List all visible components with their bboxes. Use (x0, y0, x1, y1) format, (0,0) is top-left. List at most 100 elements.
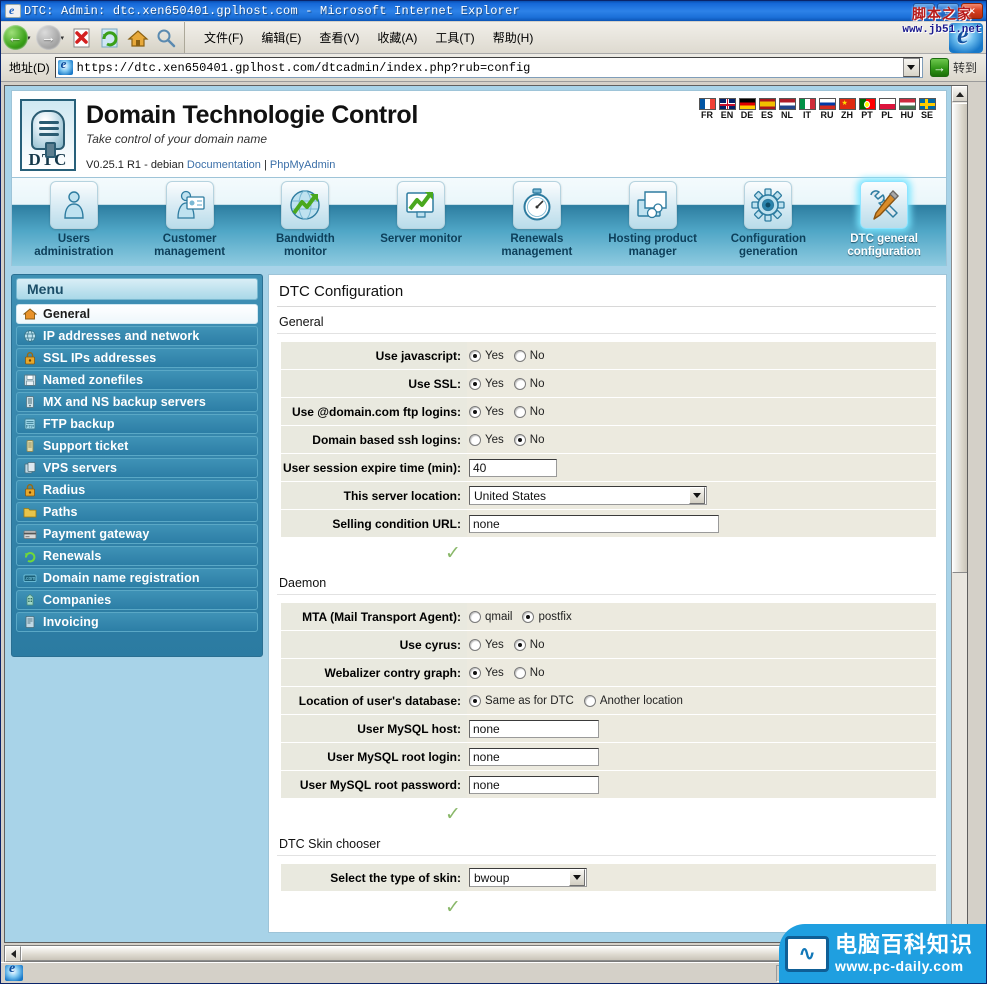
radio-label[interactable]: No (530, 667, 545, 679)
radio-button[interactable] (583, 694, 596, 707)
radio-button[interactable] (522, 610, 535, 623)
flag-se[interactable]: SE (918, 98, 936, 121)
nav-item-configuration[interactable]: Configuration generation (713, 178, 823, 259)
documentation-link[interactable]: Documentation (187, 159, 261, 171)
sidebar-item-payment-gateway[interactable]: Payment gateway (16, 524, 258, 544)
radio-label[interactable]: No (530, 406, 545, 418)
close-button[interactable]: ✕ (961, 3, 983, 19)
text-input[interactable]: none (469, 747, 599, 766)
menu-help[interactable]: 帮助(H) (484, 27, 543, 48)
stop-button[interactable] (68, 24, 96, 52)
scroll-thumb[interactable] (952, 103, 967, 573)
select-dropdown[interactable]: United States (469, 486, 707, 505)
nav-item-dtc-general[interactable]: DTC general configuration (829, 178, 939, 259)
hscroll-left-button[interactable] (5, 945, 21, 962)
radio-button[interactable] (513, 349, 526, 362)
sidebar-item-radius[interactable]: Radius (16, 480, 258, 500)
radio-button[interactable] (513, 433, 526, 446)
radio-label[interactable]: No (530, 434, 545, 446)
sidebar-item-ftp-backup[interactable]: FTP FTP backup (16, 414, 258, 434)
search-button[interactable] (152, 24, 180, 52)
radio-button[interactable] (513, 405, 526, 418)
radio-label[interactable]: Yes (485, 378, 504, 390)
submit-check-button[interactable]: ✓ (445, 803, 461, 825)
radio-button[interactable] (513, 638, 526, 651)
text-input[interactable]: none (469, 719, 599, 738)
radio-button[interactable] (469, 405, 481, 418)
nav-item-renewals[interactable]: Renewals management (482, 178, 592, 259)
sidebar-item-invoicing[interactable]: Invoicing (16, 612, 258, 632)
flag-nl[interactable]: NL (778, 98, 796, 121)
address-input[interactable]: https://dtc.xen650401.gplhost.com/dtcadm… (54, 56, 923, 78)
minimize-button[interactable]: _ (913, 3, 935, 19)
nav-item-server-monitor[interactable]: Server monitor (366, 178, 476, 246)
page-vertical-scrollbar[interactable] (951, 86, 967, 942)
radio-label[interactable]: Yes (485, 406, 504, 418)
flag-es[interactable]: ES (758, 98, 776, 121)
flag-pl[interactable]: PL (878, 98, 896, 121)
menu-tools[interactable]: 工具(T) (426, 27, 483, 48)
radio-label[interactable]: No (530, 378, 545, 390)
menu-favorites[interactable]: 收藏(A) (368, 27, 426, 48)
text-input[interactable]: none (469, 514, 719, 533)
radio-button[interactable] (469, 666, 481, 679)
nav-item-bandwidth[interactable]: Bandwidth monitor (250, 178, 360, 259)
maximize-button[interactable]: □ (937, 3, 959, 19)
radio-label[interactable]: qmail (485, 611, 512, 623)
radio-button[interactable] (513, 377, 526, 390)
radio-label[interactable]: Yes (485, 434, 504, 446)
chevron-down-icon[interactable] (569, 869, 585, 886)
radio-button[interactable] (469, 694, 481, 707)
radio-button[interactable] (469, 349, 481, 362)
radio-label[interactable]: Another location (600, 695, 683, 707)
radio-label[interactable]: Yes (485, 667, 504, 679)
flag-pt[interactable]: PT (858, 98, 876, 121)
radio-button[interactable] (513, 666, 526, 679)
sidebar-item-named-zonefiles[interactable]: Named zonefiles (16, 370, 258, 390)
nav-item-customer[interactable]: Customer management (135, 178, 245, 259)
radio-button[interactable] (469, 377, 481, 390)
nav-item-hosting-product[interactable]: Hosting product manager (598, 178, 708, 259)
sidebar-item-renewals[interactable]: Renewals (16, 546, 258, 566)
sidebar-item-domain-name-registration[interactable]: .com Domain name registration (16, 568, 258, 588)
select-dropdown[interactable]: bwoup (469, 868, 587, 887)
flag-de[interactable]: DE (738, 98, 756, 121)
radio-label[interactable]: postfix (538, 611, 571, 623)
refresh-button[interactable] (96, 24, 124, 52)
phpmyadmin-link[interactable]: PhpMyAdmin (270, 159, 335, 171)
flag-en[interactable]: EN (718, 98, 736, 121)
sidebar-item-ssl-ips-addresses[interactable]: SSL IPs addresses (16, 348, 258, 368)
radio-label[interactable]: Yes (485, 639, 504, 651)
submit-check-button[interactable]: ✓ (445, 896, 461, 918)
go-button[interactable]: → 转到 (923, 58, 982, 77)
scroll-up-button[interactable] (952, 86, 967, 102)
radio-button[interactable] (469, 610, 481, 623)
sidebar-item-paths[interactable]: Paths (16, 502, 258, 522)
flag-ru[interactable]: RU (818, 98, 836, 121)
forward-button[interactable]: → (35, 24, 63, 52)
radio-label[interactable]: Same as for DTC (485, 695, 574, 707)
text-input[interactable]: 40 (469, 458, 557, 477)
sidebar-item-support-ticket[interactable]: Support ticket (16, 436, 258, 456)
sidebar-item-companies[interactable]: Companies (16, 590, 258, 610)
submit-check-button[interactable]: ✓ (445, 542, 461, 564)
sidebar-item-mx-and-ns-backup-servers[interactable]: MX and NS backup servers (16, 392, 258, 412)
flag-zh[interactable]: ★ ZH (838, 98, 856, 121)
radio-label[interactable]: No (530, 639, 545, 651)
address-dropdown-button[interactable] (902, 58, 920, 77)
sidebar-item-general[interactable]: General (16, 304, 258, 324)
sidebar-item-ip-addresses-and-network[interactable]: IP addresses and network (16, 326, 258, 346)
flag-it[interactable]: IT (798, 98, 816, 121)
menu-edit[interactable]: 编辑(E) (252, 27, 310, 48)
home-button[interactable] (124, 24, 152, 52)
back-button[interactable]: ← (1, 24, 29, 52)
radio-label[interactable]: No (530, 350, 545, 362)
text-input[interactable]: none (469, 775, 599, 794)
menu-file[interactable]: 文件(F) (195, 27, 252, 48)
flag-fr[interactable]: FR (698, 98, 716, 121)
nav-item-users[interactable]: Users administration (19, 178, 129, 259)
radio-label[interactable]: Yes (485, 350, 504, 362)
radio-button[interactable] (469, 433, 481, 446)
menu-view[interactable]: 查看(V) (310, 27, 368, 48)
chevron-down-icon[interactable] (689, 487, 705, 504)
